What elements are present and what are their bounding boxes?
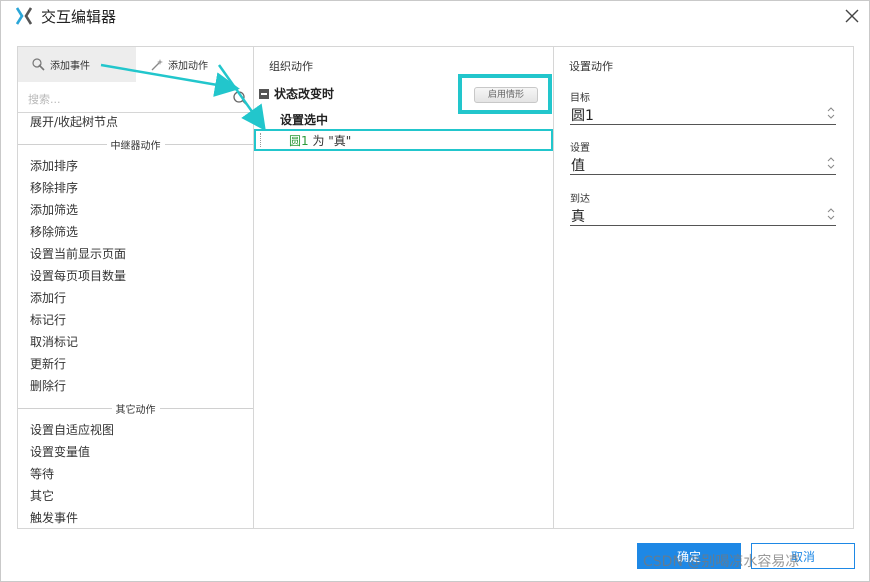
list-item[interactable]: 移除排序 (18, 177, 253, 199)
action-row-selected[interactable]: 圆1 为 "真" (254, 129, 553, 151)
to-select[interactable]: 真 (570, 204, 836, 226)
list-item[interactable]: 移除筛选 (18, 221, 253, 243)
group-header-repeater: 中继器动作 (18, 133, 253, 155)
event-icon (32, 57, 45, 71)
set-value: 值 (571, 158, 585, 174)
list-item[interactable]: 等待 (18, 463, 253, 485)
to-label: 到达 (570, 194, 590, 205)
search-input[interactable] (28, 89, 223, 109)
list-item[interactable]: 设置自适应视图 (18, 419, 253, 441)
target-label: 目标 (570, 93, 590, 104)
list-item-expand-collapse[interactable]: 展开/收起树节点 (18, 111, 253, 133)
configure-action-panel: 设置动作 目标 圆1 设置 值 到达 真 (554, 47, 853, 528)
axure-logo-icon (16, 7, 32, 25)
action-list: 展开/收起树节点 中继器动作 添加排序 移除排序 添加筛选 移除筛选 设置当前显… (18, 111, 253, 529)
list-item[interactable]: 添加行 (18, 287, 253, 309)
target-select[interactable]: 圆1 (570, 103, 836, 125)
up-down-chevron-icon (827, 107, 835, 119)
enable-case-button[interactable]: 启用情形 (474, 87, 538, 103)
tab-add-event[interactable]: 添加事件 (18, 47, 136, 82)
list-item[interactable]: 其它 (18, 485, 253, 507)
list-item[interactable]: 设置当前显示页面 (18, 243, 253, 265)
title-bar: 交互编辑器 (1, 1, 869, 32)
cancel-button[interactable]: 取消 (751, 543, 855, 569)
action-target: 圆1 (289, 134, 309, 148)
list-item[interactable]: 取消标记 (18, 331, 253, 353)
editor-body: 添加事件 添加动作 展开/收起树节点 (17, 46, 854, 529)
list-item[interactable]: 删除行 (18, 375, 253, 397)
action-label[interactable]: 设置选中 (280, 111, 328, 128)
organize-actions-title: 组织动作 (269, 60, 313, 73)
list-item[interactable]: 添加排序 (18, 155, 253, 177)
set-label: 设置 (570, 143, 590, 154)
list-item[interactable]: 触发事件 (18, 507, 253, 529)
search-bar (18, 87, 253, 113)
group-header-other-label: 其它动作 (111, 401, 160, 416)
group-header-other: 其它动作 (18, 397, 253, 419)
set-select[interactable]: 值 (570, 153, 836, 175)
to-value: 真 (571, 209, 585, 225)
group-header-repeater-label: 中继器动作 (106, 137, 165, 152)
list-item[interactable]: 设置每页项目数量 (18, 265, 253, 287)
up-down-chevron-icon (827, 157, 835, 169)
action-detail-text: 为 "真" (308, 134, 352, 148)
list-item[interactable]: 添加筛选 (18, 199, 253, 221)
interaction-editor-dialog: 交互编辑器 添加事件 添加动作 搜索... 展开/收起树节点 中继器动作 添加排… (0, 0, 870, 582)
collapse-icon[interactable] (259, 89, 269, 99)
tab-add-action-label: 添加动作 (168, 61, 208, 72)
configure-action-title: 设置动作 (569, 60, 613, 73)
tab-add-event-label: 添加事件 (50, 61, 90, 72)
list-item[interactable]: 设置变量值 (18, 441, 253, 463)
list-item[interactable]: 更新行 (18, 353, 253, 375)
tab-add-action[interactable]: 添加动作 (136, 47, 254, 82)
case-label[interactable]: 状态改变时 (274, 85, 334, 102)
search-icon[interactable] (232, 90, 248, 106)
up-down-chevron-icon (827, 208, 835, 220)
organize-actions-panel: 组织动作 状态改变时 启用情形 设置选中 圆1 为 "真" (254, 47, 554, 528)
ok-button[interactable]: 确定 (637, 543, 741, 569)
left-panel: 添加事件 添加动作 展开/收起树节点 (18, 47, 254, 528)
action-sparkle-icon (151, 58, 163, 70)
enable-case-highlight: 启用情形 (458, 74, 552, 114)
left-tabs: 添加事件 添加动作 (18, 47, 253, 82)
target-value: 圆1 (571, 108, 594, 124)
close-icon[interactable] (843, 7, 861, 25)
list-item[interactable]: 标记行 (18, 309, 253, 331)
window-title: 交互编辑器 (41, 8, 117, 26)
